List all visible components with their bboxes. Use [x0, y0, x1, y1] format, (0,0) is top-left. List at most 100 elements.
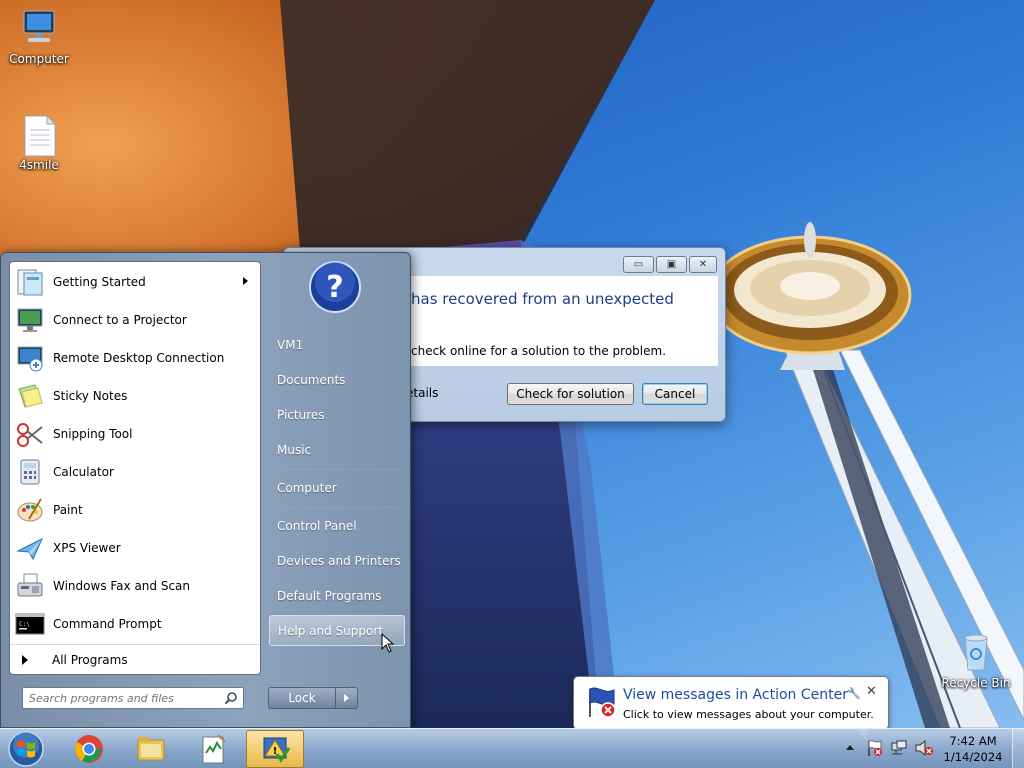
start-item-pictures[interactable]: Pictures: [269, 399, 405, 430]
taskbar-active-app[interactable]: !: [246, 730, 304, 768]
show-desktop-button[interactable]: [1012, 729, 1024, 768]
program-label: Remote Desktop Connection: [53, 351, 225, 365]
program-label: Snipping Tool: [53, 427, 133, 441]
program-windows-fax-and-scan[interactable]: Windows Fax and Scan: [10, 568, 260, 604]
close-button[interactable]: ✕: [689, 256, 717, 273]
desktop-icon-label: 4smile: [19, 158, 59, 172]
calculator-icon: [14, 456, 46, 488]
taskbar-chrome[interactable]: [60, 730, 118, 768]
clock-date: 1/14/2024: [943, 750, 1003, 764]
program-getting-started[interactable]: Getting Started: [10, 264, 260, 300]
close-icon[interactable]: ✕: [866, 684, 877, 699]
notification-subtitle: Click to view messages about your comput…: [623, 708, 874, 721]
desktop-icon-label: Recycle Bin: [941, 676, 1011, 690]
start-button[interactable]: [4, 730, 48, 768]
xps-viewer-icon: [14, 532, 46, 564]
search-icon: [224, 691, 238, 708]
taskbar-notepad[interactable]: [184, 730, 242, 768]
action-app-icon: !: [263, 737, 291, 763]
start-item-computer[interactable]: Computer: [269, 472, 405, 503]
program-label: Connect to a Projector: [53, 313, 187, 327]
command-prompt-icon: C:\: [14, 608, 46, 640]
all-programs-label: All Programs: [52, 652, 128, 667]
file-explorer-icon: [137, 737, 165, 761]
program-connect-to-projector[interactable]: Connect to a Projector: [10, 302, 260, 338]
chevron-up-icon: [846, 745, 854, 750]
tray-volume[interactable]: [914, 739, 934, 760]
program-calculator[interactable]: Calculator: [10, 454, 260, 490]
lock-button[interactable]: Lock: [268, 687, 336, 709]
svg-text:?: ?: [326, 270, 343, 305]
notification-title: View messages in Action Center: [623, 687, 848, 703]
program-xps-viewer[interactable]: XPS Viewer: [10, 530, 260, 566]
chrome-icon: [75, 735, 103, 763]
lock-options-button[interactable]: [335, 687, 358, 709]
wrench-icon[interactable]: 🔧: [847, 687, 861, 700]
program-remote-desktop-connection[interactable]: Remote Desktop Connection: [10, 340, 260, 376]
program-label: Calculator: [53, 465, 114, 479]
remote-desktop-icon: [14, 342, 46, 374]
taskbar-file-explorer[interactable]: [122, 730, 180, 768]
program-label: Windows Fax and Scan: [53, 579, 191, 593]
start-menu-programs-pane: Getting Started Connect to a Projector R…: [9, 261, 261, 675]
scissors-icon: [14, 418, 46, 450]
system-clock[interactable]: 7:42 AM 1/14/2024: [936, 733, 1010, 765]
start-item-default-programs[interactable]: Default Programs: [269, 580, 405, 611]
program-label: Paint: [53, 503, 83, 517]
maximize-button[interactable]: ▣: [656, 256, 687, 273]
desktop-icon-label: Computer: [9, 52, 69, 66]
desktop-icon-recycle-bin[interactable]: Recycle Bin: [940, 632, 1012, 690]
projector-icon: [14, 304, 46, 336]
program-label: Getting Started: [53, 275, 146, 289]
start-search-box[interactable]: [22, 687, 244, 709]
clock-time: 7:42 AM: [949, 734, 997, 748]
program-command-prompt[interactable]: C:\ Command Prompt: [10, 606, 260, 642]
start-menu: Getting Started Connect to a Projector R…: [0, 252, 411, 728]
getting-started-icon: [14, 266, 46, 298]
windows-logo-icon: [8, 731, 44, 767]
chevron-right-icon: [344, 694, 349, 702]
fax-icon: [14, 570, 46, 602]
taskbar: ! 7:42 AM 1/14/2024: [0, 728, 1024, 768]
action-center-notification[interactable]: View messages in Action Center Click to …: [573, 676, 889, 741]
menu-separator: [271, 469, 401, 470]
lock-button-group: Lock: [268, 687, 358, 709]
tray-network[interactable]: [890, 739, 908, 760]
dialog-message: check online for a solution to the probl…: [411, 344, 667, 358]
start-item-music[interactable]: Music: [269, 434, 405, 465]
search-input[interactable]: [29, 691, 219, 706]
program-snipping-tool[interactable]: Snipping Tool: [10, 416, 260, 452]
show-hidden-icons-button[interactable]: [845, 742, 855, 756]
window-controls: ▭ ▣ ✕: [623, 256, 717, 273]
start-item-documents[interactable]: Documents: [269, 364, 405, 395]
network-icon: [891, 740, 907, 755]
help-question-icon[interactable]: ?: [308, 260, 362, 314]
text-file-icon: [19, 114, 59, 157]
tray-action-center[interactable]: [866, 739, 884, 760]
minimize-button[interactable]: ▭: [623, 256, 654, 273]
start-item-control-panel[interactable]: Control Panel: [269, 510, 405, 541]
paint-palette-icon: [14, 494, 46, 526]
notepad-app-icon: [202, 734, 226, 764]
start-item-user[interactable]: VM1: [269, 329, 405, 360]
desktop-icon-computer[interactable]: Computer: [3, 8, 75, 66]
program-sticky-notes[interactable]: Sticky Notes: [10, 378, 260, 414]
program-label: Command Prompt: [53, 617, 162, 631]
start-item-devices-and-printers[interactable]: Devices and Printers: [269, 545, 405, 576]
computer-icon: [19, 8, 59, 48]
expand-arrow-icon: [22, 654, 28, 665]
desktop-icon-4smile[interactable]: 4smile: [3, 114, 75, 172]
all-programs-button[interactable]: All Programs: [10, 644, 260, 674]
sticky-notes-icon: [14, 380, 46, 412]
recycle-bin-icon: [956, 632, 996, 672]
cancel-button[interactable]: Cancel: [642, 383, 708, 405]
program-label: XPS Viewer: [53, 541, 121, 555]
program-paint[interactable]: Paint: [10, 492, 260, 528]
dialog-heading: has recovered from an unexpected: [411, 290, 674, 308]
svg-text:C:\: C:\: [19, 621, 30, 628]
submenu-arrow-icon: [243, 277, 248, 285]
menu-separator: [271, 507, 401, 508]
action-center-flag-icon: [584, 685, 620, 722]
check-for-solution-button[interactable]: Check for solution: [507, 383, 634, 405]
program-label: Sticky Notes: [53, 389, 128, 403]
